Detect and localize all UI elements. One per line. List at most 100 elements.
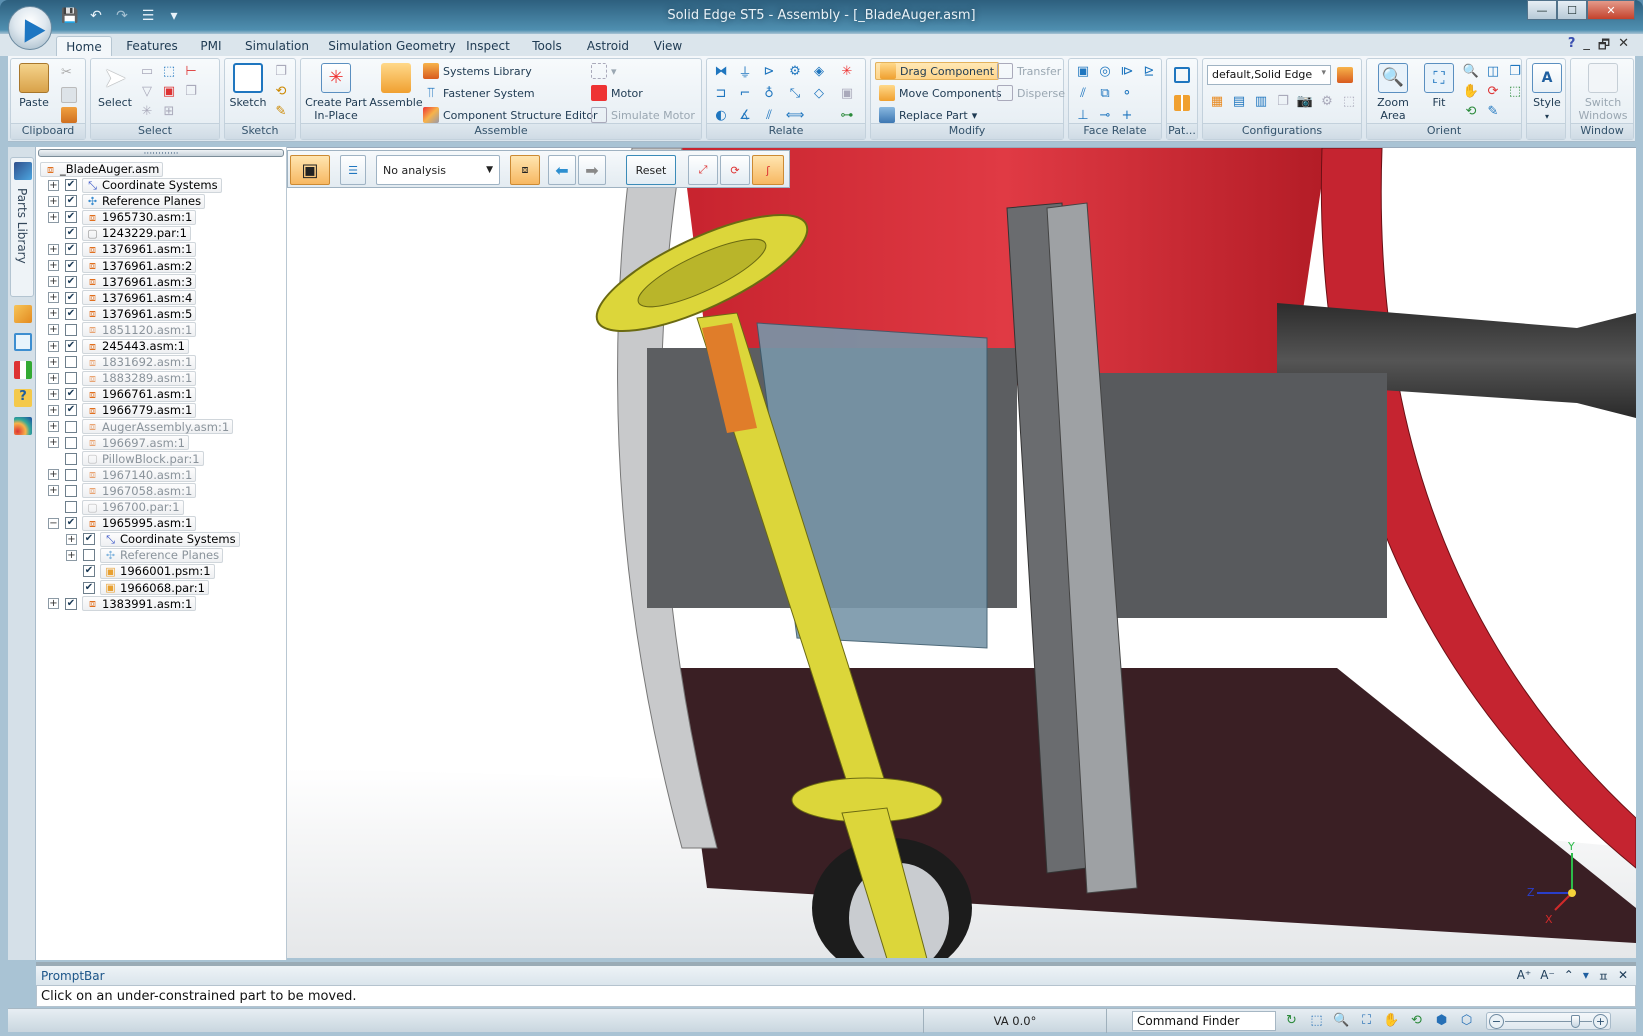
font-decrease-icon[interactable]: A⁻ <box>1540 968 1555 985</box>
tree-item[interactable]: + ✔ ✣ Reference Planes <box>48 193 206 209</box>
symmetric-icon[interactable]: ⧐ <box>1119 63 1135 79</box>
tree-item[interactable]: + ⧈ 1851120.asm:1 <box>48 322 197 338</box>
tree-node[interactable]: ▢ 1243229.par:1 <box>82 225 191 241</box>
select-group-icon[interactable]: ❐ <box>183 83 199 99</box>
insert-icon[interactable]: ⊐ <box>713 85 729 101</box>
tree-node[interactable]: ⧈ 1883289.asm:1 <box>82 370 197 386</box>
filter-icon[interactable]: ▽ <box>139 83 155 99</box>
replace-part-button[interactable]: Replace Part ▾ <box>879 105 977 125</box>
tab-simulation[interactable]: Simulation <box>240 36 314 56</box>
rotate-icon[interactable]: ⟳ <box>1485 83 1501 99</box>
cam-config-icon[interactable]: ⚙ <box>1319 93 1335 109</box>
zoom-slider[interactable]: − + <box>1486 1012 1611 1030</box>
tree-root[interactable]: ⧈ _BladeAuger.asm <box>40 161 164 177</box>
tree-node[interactable]: ⧈ AugerAssembly.asm:1 <box>82 419 234 434</box>
perpendicular-icon[interactable]: ⊥ <box>1075 107 1091 123</box>
ground-icon[interactable]: + <box>1119 107 1135 123</box>
tree-item[interactable]: + ⧈ 196697.asm:1 <box>48 435 189 451</box>
assemble-button[interactable]: Assemble <box>369 63 423 109</box>
view-icon[interactable]: ◫ <box>1485 63 1501 79</box>
style-button[interactable]: A Style ▾ <box>1530 63 1564 123</box>
zoom-out-button[interactable]: − <box>1489 1014 1504 1029</box>
select-cursor-icon[interactable]: ⬚ <box>161 63 177 79</box>
visibility-checkbox[interactable]: ✔ <box>65 404 77 417</box>
path-icon[interactable]: ◇ <box>811 85 827 101</box>
select-hierarchy-icon[interactable]: ⊢ <box>183 63 199 79</box>
component-structure-editor-button[interactable]: Component Structure Editor <box>423 105 598 125</box>
cut-icon[interactable]: ✂ <box>61 65 77 81</box>
expand-icon[interactable]: + <box>48 469 59 481</box>
save-configuration-icon[interactable] <box>1337 67 1353 83</box>
next-button[interactable]: ➡ <box>578 155 606 185</box>
tree-node[interactable]: ⧈ 196697.asm:1 <box>82 435 189 451</box>
transfer-button[interactable]: Transfer <box>997 61 1061 81</box>
doc-close-button[interactable]: ✕ <box>1618 36 1629 58</box>
visibility-checkbox[interactable] <box>65 501 77 513</box>
save-icon[interactable]: 💾 <box>60 6 80 26</box>
reset-button[interactable]: Reset <box>626 155 676 185</box>
move-components-button[interactable]: Move Components <box>879 83 1002 103</box>
copy-sketch-icon[interactable]: ❐ <box>273 63 289 79</box>
expand-icon[interactable]: + <box>48 324 59 336</box>
paste-special-icon[interactable] <box>61 107 77 123</box>
tree-item[interactable]: + ✔ ⧈ 1966761.asm:1 <box>48 386 197 402</box>
tree-node[interactable]: ▣ 1966001.psm:1 <box>100 563 215 579</box>
visibility-checkbox[interactable]: ✔ <box>65 243 77 256</box>
tab-tools[interactable]: Tools <box>526 36 568 56</box>
zoom-in-button[interactable]: + <box>1593 1014 1608 1029</box>
expand-icon[interactable]: + <box>48 211 59 223</box>
select-part-button[interactable]: ⧈ <box>510 155 540 185</box>
tree-node[interactable]: ⧈ 1967140.asm:1 <box>82 467 197 483</box>
tree-node[interactable]: ⧈ 1831692.asm:1 <box>82 354 197 370</box>
tree-node[interactable]: ⤡ Coordinate Systems <box>100 531 240 547</box>
relationship-manager-icon[interactable]: ⊶ <box>839 107 855 123</box>
visibility-checkbox[interactable]: ✔ <box>65 291 77 304</box>
customize-qat-icon[interactable]: ▾ <box>164 6 184 26</box>
aligned-icon[interactable]: ⊵ <box>1141 63 1157 79</box>
configuration-select[interactable]: default,Solid Edge ▾ <box>1207 65 1331 85</box>
expand-icon[interactable]: + <box>48 372 59 384</box>
query-icon[interactable]: ? <box>14 389 32 407</box>
offset-icon[interactable]: ⧉ <box>1097 85 1113 101</box>
parallel-icon[interactable]: ⫽ <box>761 107 777 123</box>
expand-icon[interactable]: + <box>66 533 77 545</box>
pattern-icon[interactable] <box>1174 67 1190 83</box>
expand-icon[interactable]: + <box>48 260 59 271</box>
shaded-view-icon[interactable]: ⬢ <box>1433 1012 1450 1029</box>
tree-item[interactable]: − ✔ ⧈ 1965995.asm:1 <box>48 515 197 531</box>
tree-item[interactable]: + ⧈ 1967058.asm:1 <box>48 483 197 499</box>
sensors-icon[interactable] <box>14 417 32 435</box>
pan-status-icon[interactable]: ✋ <box>1383 1012 1400 1029</box>
tree-node[interactable]: ⧈ 1383991.asm:1 <box>82 596 197 612</box>
refresh-icon[interactable]: ↻ <box>1283 1012 1300 1029</box>
tree-node[interactable]: ⧈ 1376961.asm:3 <box>82 274 197 290</box>
tree-item[interactable]: + ✔ ⤡ Coordinate Systems <box>48 177 222 193</box>
expand-icon[interactable]: + <box>48 598 59 610</box>
tree-item[interactable]: + ✔ ⧈ 1965730.asm:1 <box>48 209 197 225</box>
tree-node[interactable]: ⧈ 1376961.asm:2 <box>82 258 197 273</box>
dock-options-icon[interactable]: ▾ <box>1583 968 1589 985</box>
expand-icon[interactable]: + <box>48 243 59 255</box>
visibility-checkbox[interactable]: ✔ <box>65 517 77 530</box>
visibility-checkbox[interactable]: ✔ <box>65 179 77 191</box>
tree-node[interactable]: ⧈ 1851120.asm:1 <box>82 322 197 338</box>
sketch-rotate-icon[interactable]: ⟲ <box>273 83 289 99</box>
tangent-icon[interactable]: ◐ <box>713 107 729 123</box>
pin-icon[interactable]: ㅍ <box>1598 968 1609 985</box>
tree-resize-handle[interactable]: '''''''''''' <box>38 149 284 159</box>
camera-icon[interactable]: 📷 <box>1297 93 1313 109</box>
spin-about-icon[interactable]: ⟲ <box>1463 103 1479 119</box>
expand-icon[interactable]: + <box>66 549 77 561</box>
rotate-mode-button[interactable]: ⟳ <box>720 155 750 185</box>
tree-item[interactable]: ✔ ▣ 1966001.psm:1 <box>66 563 215 579</box>
free-move-button[interactable]: ʃ <box>752 155 784 185</box>
collapse-icon[interactable]: − <box>48 517 59 529</box>
zoom-area-button[interactable]: 🔍 Zoom Area <box>1371 63 1415 122</box>
motor-button[interactable]: Motor <box>591 83 643 103</box>
visibility-checkbox[interactable]: ✔ <box>65 227 77 240</box>
drag-component-options-button[interactable]: ▣ <box>290 155 330 185</box>
connect-icon[interactable]: ⌐ <box>737 85 753 101</box>
tab-pmi[interactable]: PMI <box>194 36 228 56</box>
visibility-checkbox[interactable]: ✔ <box>65 340 77 352</box>
rigid-set-icon[interactable]: ⟺ <box>786 107 805 123</box>
